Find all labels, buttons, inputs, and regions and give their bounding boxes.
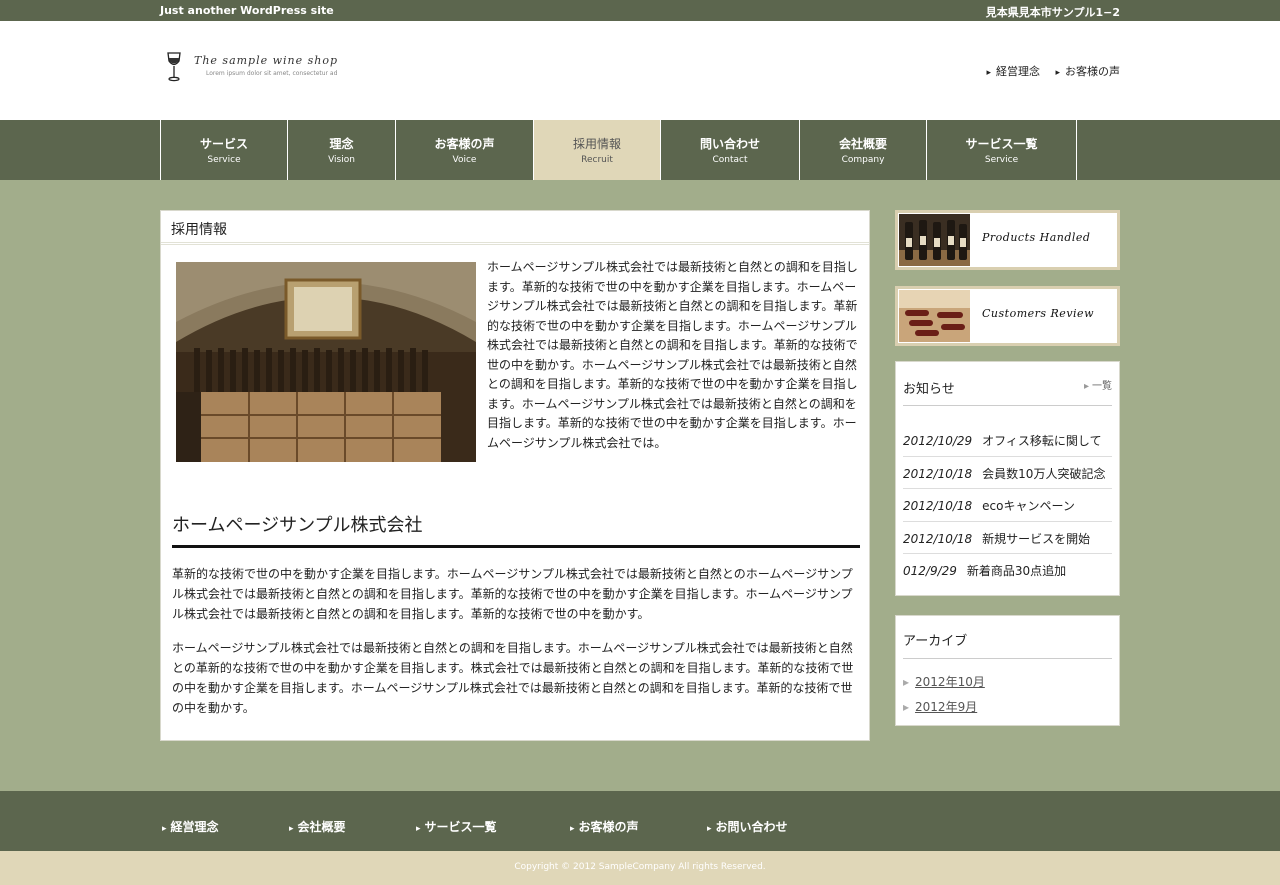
news-item[interactable]: 2012/10/18 ecoキャンペーン: [903, 489, 1112, 522]
banner-products-handled[interactable]: Products Handled: [895, 210, 1120, 270]
news-title: お知らせ 一覧: [903, 362, 1112, 406]
banner-customers-review[interactable]: Customers Review: [895, 286, 1120, 346]
logo-subtext: Lorem ipsum dolor sit amet, consectetur …: [206, 70, 338, 77]
news-date: 2012/10/18: [903, 499, 973, 513]
site-tagline: Just another WordPress site: [160, 4, 334, 17]
news-text: 新着商品30点追加: [966, 564, 1067, 578]
nav-sublabel: Service: [207, 155, 241, 165]
footer-link-company[interactable]: 会社概要: [289, 818, 346, 835]
news-widget: お知らせ 一覧 2012/10/29 オフィス移転に関して 2012/10/18 会…: [895, 361, 1120, 596]
global-nav: サービス Service 理念 Vision お客様の声 Voice 採用情報 Recr…: [0, 120, 1280, 180]
nav-sublabel: Contact: [712, 155, 748, 165]
site-address: 見本県見本市サンプル1−2: [985, 6, 1120, 19]
news-more-link[interactable]: 一覧: [1084, 377, 1112, 392]
footer-link-voice[interactable]: お客様の声: [570, 818, 639, 835]
footer-link-contact[interactable]: お問い合わせ: [707, 818, 788, 835]
news-date: 012/9/29: [903, 564, 957, 578]
news-item[interactable]: 2012/10/18 会員数10万人突破記念: [903, 457, 1112, 489]
nav-label: サービス: [199, 137, 248, 151]
news-text: 会員数10万人突破記念: [982, 466, 1106, 481]
archive-widget: アーカイブ 2012年10月 2012年9月: [895, 615, 1120, 726]
section-title: ホームページサンプル株式会社: [172, 511, 860, 548]
news-text: オフィス移転に関して: [982, 434, 1102, 448]
wine-bottles-thumb: [899, 214, 970, 266]
news-text: ecoキャンペーン: [982, 499, 1075, 513]
footer-link-service-list[interactable]: サービス一覧: [416, 818, 497, 835]
footer-nav: 経営理念 会社概要 サービス一覧 お客様の声 お問い合わせ: [0, 791, 1280, 851]
archive-title: アーカイブ: [903, 616, 1112, 659]
sidebar: Products Handled Customers Review お知らせ 一…: [895, 210, 1120, 726]
nav-sublabel: Vision: [328, 155, 355, 165]
nav-sublabel: Recruit: [581, 155, 613, 165]
main-content: 採用情報 ホームページサンプル株式会社では最新技術と自然との調和を目指します。革…: [160, 210, 870, 741]
news-date: 2012/10/18: [903, 531, 973, 546]
top-bar: Just another WordPress site 見本県見本市サンプル1−…: [0, 0, 1280, 21]
nav-sublabel: Service: [984, 155, 1019, 165]
news-item[interactable]: 012/9/29 新着商品30点追加: [903, 554, 1112, 587]
site-header: The sample wine shop Lorem ipsum dolor s…: [0, 21, 1280, 120]
news-title-text: お知らせ: [903, 382, 955, 397]
nav-item-voice[interactable]: お客様の声 Voice: [396, 120, 534, 180]
wine-glass-icon: [167, 52, 181, 82]
footer-link-philosophy[interactable]: 経営理念: [162, 818, 219, 835]
paragraph: ホームページサンプル株式会社では最新技術と自然との調和を目指します。ホームページ…: [172, 641, 854, 715]
archive-link[interactable]: 2012年10月: [903, 673, 1112, 698]
news-item[interactable]: 2012/10/29 オフィス移転に関して: [903, 424, 1112, 457]
intro-text: ホームページサンプル株式会社では最新技術と自然との調和を目指します。革新的な技術…: [487, 260, 858, 450]
nav-label: 理念: [329, 137, 354, 151]
paragraph: 革新的な技術で世の中を動かす企業を目指します。ホームページサンプル株式会社では最…: [172, 567, 853, 621]
banner-label: Products Handled: [982, 231, 1091, 244]
news-date: 2012/10/29: [903, 434, 973, 448]
nav-item-service-list[interactable]: サービス一覧 Service: [927, 120, 1077, 180]
archive-link[interactable]: 2012年9月: [903, 698, 1112, 723]
nav-label: 会社概要: [838, 137, 887, 151]
nav-sublabel: Voice: [452, 155, 477, 165]
nav-label: 問い合わせ: [699, 137, 760, 151]
news-date: 2012/10/18: [903, 466, 973, 481]
news-item[interactable]: 2012/10/18 新規サービスを開始: [903, 522, 1112, 554]
logo-name: The sample wine shop: [194, 54, 339, 67]
header-links: 経営理念 お客様の声: [974, 63, 1120, 79]
wine-rack-thumb: [899, 290, 970, 342]
news-text: 新規サービスを開始: [982, 531, 1091, 546]
page-title: 採用情報: [161, 211, 869, 245]
nav-item-vision[interactable]: 理念 Vision: [288, 120, 396, 180]
header-link-philosophy[interactable]: 経営理念: [986, 65, 1040, 78]
nav-item-company[interactable]: 会社概要 Company: [800, 120, 927, 180]
nav-item-recruit[interactable]: 採用情報 Recruit: [534, 120, 661, 180]
nav-sublabel: Company: [841, 155, 885, 165]
nav-label: サービス一覧: [965, 137, 1038, 151]
wine-cellar-photo: [176, 262, 476, 462]
header-link-voice[interactable]: お客様の声: [1055, 65, 1120, 78]
nav-label: 採用情報: [572, 137, 621, 151]
nav-item-contact[interactable]: 問い合わせ Contact: [661, 120, 800, 180]
nav-item-service[interactable]: サービス Service: [161, 120, 288, 180]
banner-label: Customers Review: [982, 307, 1094, 320]
site-logo[interactable]: The sample wine shop Lorem ipsum dolor s…: [166, 51, 366, 85]
nav-label: お客様の声: [434, 137, 495, 151]
copyright: Copyright © 2012 SampleCompany All right…: [0, 851, 1280, 885]
